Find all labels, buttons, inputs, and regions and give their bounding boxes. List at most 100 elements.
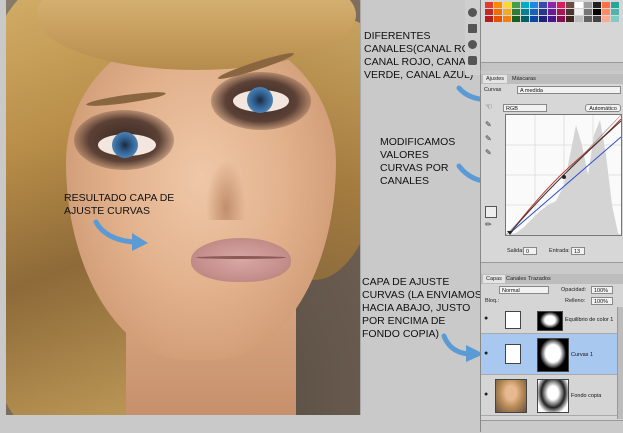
- color-swatch[interactable]: [575, 16, 583, 22]
- color-swatch[interactable]: [557, 16, 565, 22]
- gray-eyedropper-icon[interactable]: ✎: [485, 134, 495, 144]
- panel-icon-strip: [465, 0, 481, 75]
- lips: [191, 238, 291, 282]
- layer-name: Fondo copia: [571, 393, 602, 399]
- visibility-eye-icon[interactable]: ●: [484, 315, 488, 322]
- color-swatch[interactable]: [593, 9, 601, 15]
- color-swatch[interactable]: [548, 16, 556, 22]
- opacity-label: Opacidad:: [561, 287, 587, 293]
- color-swatch[interactable]: [512, 16, 520, 22]
- tab-mascaras[interactable]: Máscaras: [509, 75, 539, 83]
- color-swatch[interactable]: [602, 16, 610, 22]
- color-swatch[interactable]: [593, 2, 601, 8]
- tab-ajustes[interactable]: Ajustes: [483, 75, 508, 83]
- layers-icon[interactable]: [468, 24, 477, 33]
- layer-row-color-balance[interactable]: ● Equilibrio de color 1: [481, 307, 623, 334]
- gear-icon[interactable]: [468, 8, 477, 17]
- output-field[interactable]: 0: [523, 247, 537, 255]
- color-swatch[interactable]: [530, 2, 538, 8]
- color-swatch[interactable]: [548, 9, 556, 15]
- color-swatch[interactable]: [566, 16, 574, 22]
- color-swatch[interactable]: [485, 2, 493, 8]
- color-swatch[interactable]: [503, 2, 511, 8]
- curve-edit-icon[interactable]: [485, 206, 497, 218]
- mask-thumb: [537, 311, 563, 331]
- output-label: Salida:: [507, 248, 524, 254]
- color-swatch[interactable]: [548, 2, 556, 8]
- color-swatch[interactable]: [521, 9, 529, 15]
- visibility-eye-icon[interactable]: ●: [484, 391, 488, 398]
- color-swatch[interactable]: [611, 16, 619, 22]
- color-swatch[interactable]: [521, 16, 529, 22]
- input-field[interactable]: 13: [571, 247, 585, 255]
- color-swatch[interactable]: [539, 9, 547, 15]
- layer-row-curves[interactable]: ● Curvas 1: [481, 334, 623, 375]
- color-swatch[interactable]: [494, 2, 502, 8]
- adjustments-tabs: Ajustes Máscaras: [481, 74, 623, 84]
- color-swatch[interactable]: [602, 2, 610, 8]
- color-swatch[interactable]: [539, 2, 547, 8]
- photo-thumb: [495, 379, 527, 413]
- color-swatch[interactable]: [485, 16, 493, 22]
- result-annotation: RESULTADO CAPA DE AJUSTE CURVAS: [64, 192, 175, 217]
- swatches-footer: [481, 62, 623, 71]
- white-eyedropper-icon[interactable]: ✎: [485, 148, 495, 158]
- color-swatch[interactable]: [503, 16, 511, 22]
- lip-line: [196, 256, 286, 259]
- color-swatch[interactable]: [575, 2, 583, 8]
- color-swatch[interactable]: [593, 16, 601, 22]
- color-swatch[interactable]: [611, 2, 619, 8]
- lock-label: Bloq.:: [485, 298, 500, 304]
- auto-button[interactable]: Automático: [585, 104, 621, 112]
- pencil-icon[interactable]: ✏: [485, 220, 495, 230]
- adjustment-thumb: [505, 311, 521, 329]
- color-swatch[interactable]: [494, 16, 502, 22]
- layer-row-fondo-copia[interactable]: ● Fondo copia: [481, 375, 623, 416]
- adjustments-panel: Ajustes Máscaras Curvas A medida ☜ RGB A…: [480, 74, 623, 275]
- visibility-eye-icon[interactable]: ●: [484, 350, 488, 357]
- color-swatch[interactable]: [539, 16, 547, 22]
- mask-thumb: [537, 338, 569, 372]
- mask-thumb: [537, 379, 569, 413]
- channel-select[interactable]: RGB: [503, 104, 547, 112]
- color-swatch[interactable]: [584, 16, 592, 22]
- color-swatch[interactable]: [584, 9, 592, 15]
- color-swatch[interactable]: [530, 16, 538, 22]
- color-swatch[interactable]: [584, 2, 592, 8]
- layer-name: Curvas 1: [571, 352, 594, 358]
- swatches-panel: [480, 0, 623, 71]
- layers-footer: [481, 420, 623, 433]
- color-swatch[interactable]: [575, 9, 583, 15]
- color-swatch[interactable]: [521, 2, 529, 8]
- layers-tabs: Capas Canales Trazados: [481, 274, 623, 284]
- layers-panel: Capas Canales Trazados Normal Opacidad: …: [480, 274, 623, 433]
- preset-label: Curvas: [484, 87, 502, 93]
- input-label: Entrada:: [549, 248, 570, 254]
- right-iris: [247, 87, 273, 113]
- hand-icon[interactable]: ☜: [485, 102, 495, 112]
- curves-graph[interactable]: [505, 114, 622, 236]
- color-swatch[interactable]: [512, 9, 520, 15]
- color-swatch[interactable]: [530, 9, 538, 15]
- color-swatch[interactable]: [611, 9, 619, 15]
- color-swatch[interactable]: [494, 9, 502, 15]
- color-swatch[interactable]: [512, 2, 520, 8]
- color-swatch[interactable]: [566, 2, 574, 8]
- fill-field[interactable]: 100%: [591, 297, 613, 305]
- preset-select[interactable]: A medida: [517, 86, 621, 94]
- color-swatch[interactable]: [557, 9, 565, 15]
- circle-icon[interactable]: [468, 40, 477, 49]
- color-swatch[interactable]: [503, 9, 511, 15]
- color-swatch[interactable]: [566, 9, 574, 15]
- layers-scrollbar[interactable]: [617, 307, 623, 419]
- blend-mode-select[interactable]: Normal: [499, 286, 549, 294]
- curves-adjustment-thumb: [505, 344, 521, 364]
- opacity-field[interactable]: 100%: [591, 286, 613, 294]
- black-eyedropper-icon[interactable]: ✎: [485, 120, 495, 130]
- color-swatch[interactable]: [602, 9, 610, 15]
- tab-capas[interactable]: Capas: [483, 275, 505, 283]
- color-swatch[interactable]: [485, 9, 493, 15]
- brush-icon[interactable]: [468, 56, 477, 65]
- color-swatch[interactable]: [557, 2, 565, 8]
- tab-trazados[interactable]: Trazados: [525, 275, 554, 283]
